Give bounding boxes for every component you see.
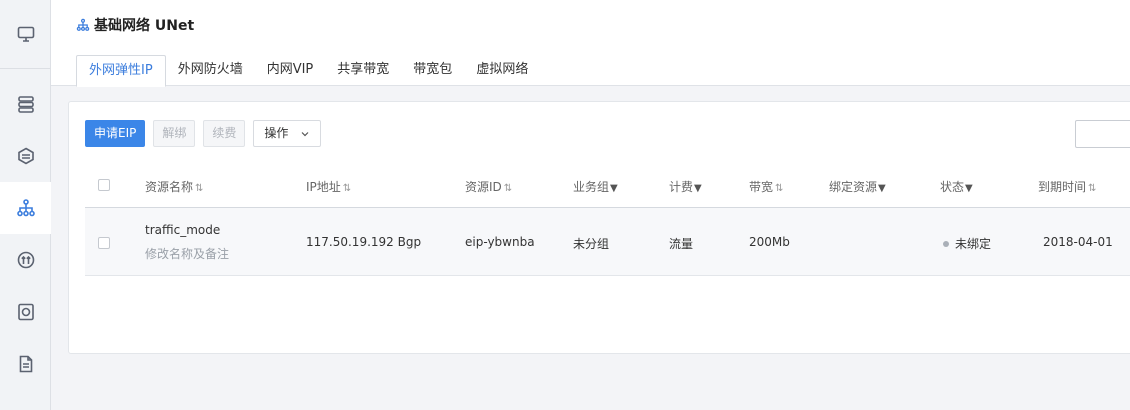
disk-icon bbox=[17, 303, 34, 321]
resource-name: traffic_mode bbox=[145, 223, 221, 237]
sidebar-item-compute[interactable] bbox=[0, 130, 51, 182]
sidebar-item-docs[interactable] bbox=[0, 338, 51, 390]
toolbar: 申请EIP 解绑 续费 操作 bbox=[85, 120, 322, 147]
tab-bar: 外网弹性IP 外网防火墙 内网VIP 共享带宽 带宽包 虚拟网络 bbox=[76, 54, 540, 87]
filter-icon: ▼ bbox=[965, 183, 973, 194]
sort-icon: ⇅ bbox=[775, 183, 784, 194]
sidebar-item-database[interactable] bbox=[0, 78, 51, 130]
status-dot-icon bbox=[943, 240, 949, 247]
ip-address: 117.50.19.192 Bgp bbox=[306, 235, 422, 249]
column-header-group[interactable]: 业务组▼ bbox=[573, 178, 618, 195]
sidebar-item-host[interactable] bbox=[0, 8, 51, 60]
sidebar-item-storage[interactable] bbox=[0, 286, 51, 338]
column-header-binding[interactable]: 绑定资源▼ bbox=[829, 178, 886, 195]
filter-icon: ▼ bbox=[694, 183, 702, 194]
sort-icon: ⇅ bbox=[195, 183, 204, 194]
tab-shared-bandwidth[interactable]: 共享带宽 bbox=[325, 54, 401, 86]
network-icon bbox=[76, 18, 90, 31]
column-header-id[interactable]: 资源ID ⇅ bbox=[465, 178, 512, 195]
status-badge: 未绑定 bbox=[943, 235, 991, 252]
chevron-down-icon bbox=[301, 131, 309, 136]
bandwidth-value: 200Mb bbox=[749, 235, 790, 249]
column-header-ip[interactable]: IP地址 ⇅ bbox=[306, 178, 351, 195]
tab-bandwidth-package[interactable]: 带宽包 bbox=[401, 54, 464, 86]
tab-eip[interactable]: 外网弹性IP bbox=[76, 55, 166, 87]
eip-panel: 申请EIP 解绑 续费 操作 资源名称 ⇅ IP地址 ⇅ 资源ID ⇅ 业务组▼ 计费… bbox=[68, 101, 1130, 354]
hexagon-icon bbox=[17, 147, 34, 165]
business-group: 未分组 bbox=[573, 237, 610, 251]
page-header: 基础网络 UNet 外网弹性IP 外网防火墙 内网VIP 共享带宽 带宽包 虚拟… bbox=[51, 0, 1130, 87]
row-checkbox[interactable] bbox=[98, 237, 110, 249]
filter-icon: ▼ bbox=[878, 183, 886, 194]
select-all-checkbox[interactable] bbox=[98, 179, 110, 191]
monitor-icon bbox=[17, 26, 34, 42]
sort-icon: ⇅ bbox=[503, 183, 513, 194]
unbind-button[interactable]: 解绑 bbox=[153, 120, 196, 147]
document-icon bbox=[19, 355, 32, 373]
tab-firewall[interactable]: 外网防火墙 bbox=[166, 54, 255, 86]
column-header-expire[interactable]: 到期时间 ⇅ bbox=[1038, 178, 1096, 195]
database-icon bbox=[17, 96, 34, 113]
table-row[interactable]: traffic_mode 修改名称及备注 117.50.19.192 Bgp e… bbox=[85, 208, 1130, 276]
column-header-status[interactable]: 状态▼ bbox=[940, 178, 973, 195]
sidebar-item-bandwidth[interactable] bbox=[0, 234, 51, 286]
sidebar-item-network[interactable] bbox=[0, 182, 51, 234]
filter-icon: ▼ bbox=[610, 183, 618, 194]
tab-virtual-network[interactable]: 虚拟网络 bbox=[464, 54, 540, 86]
network-icon bbox=[16, 199, 35, 217]
apply-eip-button[interactable]: 申请EIP bbox=[85, 120, 146, 147]
expire-date: 2018-04-01 bbox=[1043, 235, 1113, 249]
edit-name-link[interactable]: 修改名称及备注 bbox=[145, 245, 229, 262]
sidebar-divider bbox=[0, 68, 51, 69]
page-title: 基础网络 UNet bbox=[76, 15, 194, 35]
column-header-billing[interactable]: 计费▼ bbox=[669, 178, 702, 195]
resource-id: eip-ybwnba bbox=[465, 235, 535, 249]
column-header-bandwidth[interactable]: 带宽 ⇅ bbox=[749, 178, 783, 195]
bandwidth-icon bbox=[17, 251, 34, 269]
renew-button[interactable]: 续费 bbox=[203, 120, 246, 147]
operations-dropdown[interactable]: 操作 bbox=[253, 120, 322, 147]
column-header-name[interactable]: 资源名称 ⇅ bbox=[145, 178, 203, 195]
tab-vip[interactable]: 内网VIP bbox=[255, 54, 326, 86]
operations-label: 操作 bbox=[264, 126, 289, 140]
table-header: 资源名称 ⇅ IP地址 ⇅ 资源ID ⇅ 业务组▼ 计费▼ 带宽 ⇅ 绑定资源▼ 状态▼… bbox=[85, 164, 1130, 208]
sort-icon: ⇅ bbox=[1088, 183, 1097, 194]
billing-mode: 流量 bbox=[669, 237, 694, 251]
sort-icon: ⇅ bbox=[342, 183, 352, 194]
search-input[interactable] bbox=[1075, 120, 1130, 148]
sidebar bbox=[0, 0, 51, 410]
page-title-text: 基础网络 UNet bbox=[94, 18, 195, 34]
